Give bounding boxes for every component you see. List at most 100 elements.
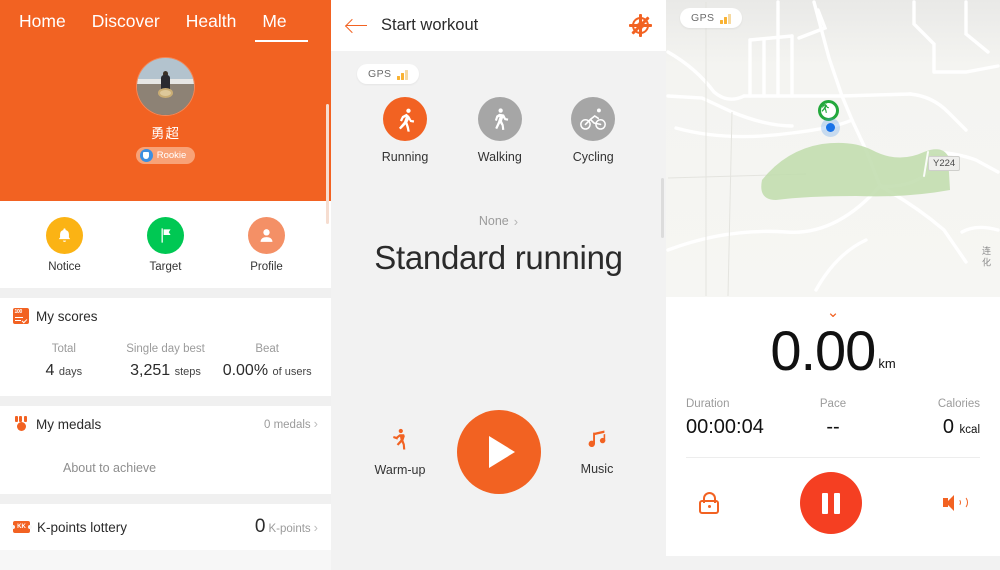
start-workout-panel: Start workout GPS Running Walking Cyclin… [331, 0, 666, 570]
goal-label: None [478, 214, 509, 228]
score-single-day-best-label: Single day best [126, 343, 205, 355]
tab-discover-label: Discover [91, 11, 160, 31]
tab-health[interactable]: Health [173, 7, 250, 42]
stat-calories: Calories 0 kcal [882, 398, 980, 439]
shield-icon [139, 149, 153, 162]
kpoints-unit: K-points [268, 523, 311, 535]
mode-walking[interactable]: Walking [477, 97, 522, 164]
workout-appbar: Start workout [331, 0, 666, 51]
workout-scrollbar[interactable] [661, 178, 664, 238]
tab-me[interactable]: Me [249, 7, 309, 42]
gps-badge[interactable]: GPS [357, 64, 419, 84]
scores-100-icon: 100 [13, 308, 29, 324]
stat-pace-label: Pace [819, 398, 847, 411]
quick-actions: Notice Target Profile [0, 201, 331, 288]
profile-hero: Home Discover Health Me 勇超 Rookie [0, 0, 331, 224]
my-scores-card: 100 My scores Total 4 days Single day be… [0, 298, 331, 396]
my-medals-header[interactable]: My medals 0 medals › [13, 406, 318, 442]
username: 勇超 [151, 126, 180, 141]
my-scores-stats: Total 4 days Single day best 3,251 steps… [13, 334, 318, 396]
music-button[interactable]: Music [560, 429, 634, 476]
kpoints-lottery-header[interactable]: KK K-points lottery 0 K-points › [11, 504, 318, 550]
score-beat: Beat 0.00% of users [216, 343, 318, 380]
avatar[interactable] [137, 58, 194, 115]
hexagon-locked-icon [13, 449, 47, 487]
distance-value: 0.00 [770, 319, 876, 382]
running-gps-badge-wrap: GPS [680, 8, 742, 28]
current-position-dot [821, 118, 840, 137]
mode-running[interactable]: Running [382, 97, 428, 164]
mode-walking-label: Walking [477, 150, 522, 164]
kpoints-value-group: 0 K-points › [255, 516, 318, 538]
my-medals-count-group: 0 medals › [264, 417, 318, 431]
score-total: Total 4 days [13, 343, 115, 380]
workout-selection: None › Standard running [331, 212, 666, 277]
my-medals-card[interactable]: My medals 0 medals › About to achieve [0, 406, 331, 494]
my-medals-count: 0 medals [263, 419, 311, 431]
section-divider-2 [0, 396, 331, 406]
stat-calories-label: Calories [937, 398, 980, 411]
warmup-button[interactable]: Warm-up [363, 428, 437, 477]
my-medals-title: My medals [36, 416, 102, 432]
tab-discover[interactable]: Discover [79, 7, 173, 42]
tab-home-label: Home [19, 11, 66, 31]
ticket-icon-text: KK [17, 524, 26, 530]
stat-calories-unit: kcal [959, 424, 980, 437]
walking-icon [477, 97, 522, 141]
score-total-unit: days [58, 366, 83, 378]
workout-bottom-controls: Warm-up Music [331, 410, 666, 494]
running-icon [383, 97, 428, 141]
score-single-day-best-value: 3,251 [130, 362, 171, 379]
goal-selector[interactable]: None › [479, 214, 518, 229]
gps-label: GPS [368, 68, 392, 80]
quick-action-profile[interactable]: Profile [248, 216, 285, 273]
profile-panel: Home Discover Health Me 勇超 Rookie Notice… [0, 0, 331, 570]
score-single-day-best-unit: steps [174, 366, 201, 378]
workout-gps-row: GPS [331, 51, 666, 84]
gps-badge-map[interactable]: GPS [680, 8, 742, 28]
mode-cycling[interactable]: Cycling [571, 97, 616, 164]
score-total-label: Total [51, 343, 76, 355]
workout-modes: Running Walking Cycling [331, 84, 666, 164]
top-tabbar: Home Discover Health Me [0, 0, 331, 46]
chevron-right-icon-3: › [513, 213, 519, 229]
map-view[interactable]: GPS Y224 连 化 [666, 0, 1000, 297]
medal-icon [13, 416, 29, 432]
scrollbar[interactable] [326, 104, 329, 224]
map-roads [666, 0, 1000, 297]
lock-icon[interactable] [699, 492, 719, 515]
tab-me-label: Me [262, 11, 287, 31]
workout-mode-title[interactable]: Standard running [331, 239, 666, 277]
quick-action-notice[interactable]: Notice [46, 216, 83, 273]
back-arrow-icon[interactable] [346, 18, 367, 34]
about-to-achieve-row[interactable]: About to achieve [13, 442, 318, 494]
gear-icon[interactable] [629, 14, 652, 37]
about-to-achieve-label: About to achieve [63, 461, 157, 475]
flag-icon [147, 216, 184, 254]
quick-action-target[interactable]: Target [147, 216, 184, 273]
signal-bars-icon-map [720, 13, 731, 24]
score-beat-unit: of users [272, 366, 312, 378]
tab-home[interactable]: Home [6, 7, 79, 42]
stat-duration-label: Duration [686, 398, 730, 411]
start-workout-button[interactable] [456, 410, 541, 494]
speaker-icon[interactable] [943, 493, 968, 513]
screenshot-stage: Home Discover Health Me 勇超 Rookie Notice… [0, 0, 1000, 570]
road-label-cn: 连 化 [981, 246, 991, 267]
pause-button[interactable] [800, 472, 862, 535]
kpoints-lottery-title: K-points lottery [37, 519, 128, 535]
stat-pace-value: -- [826, 416, 840, 439]
score-beat-value: 0.00% [222, 362, 269, 379]
bell-icon [46, 216, 83, 254]
stat-duration-value: 00:00:04 [686, 416, 764, 439]
status-badge-label: Rookie [156, 150, 187, 161]
kpoints-lottery-card[interactable]: KK K-points lottery 0 K-points › [0, 504, 331, 550]
status-badge[interactable]: Rookie [135, 147, 196, 164]
running-footer [666, 556, 1000, 570]
pause-icon-bar-left [822, 492, 828, 514]
road-label-y224: Y224 [928, 156, 961, 171]
tab-health-label: Health [185, 11, 237, 31]
my-scores-title: My scores [36, 308, 98, 324]
play-icon [489, 436, 515, 468]
running-marker-icon[interactable] [818, 100, 840, 137]
